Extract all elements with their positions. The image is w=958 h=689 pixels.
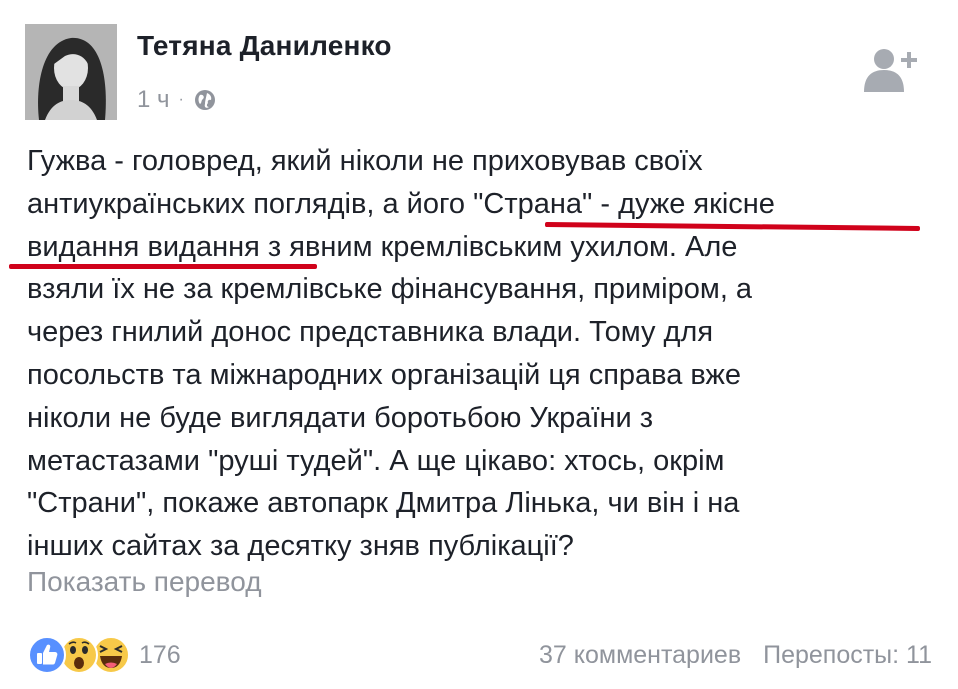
post-footer: 176 37 комментариев Перепосты: 11 [27,632,932,678]
post-text-line: взяли їх не за кремлівське фінансування,… [27,273,753,306]
show-translation-link[interactable]: Показать перевод [27,566,262,598]
comments-count-link[interactable]: 37 комментариев [539,641,741,670]
reactions-summary[interactable]: 176 [27,635,181,675]
add-friend-icon[interactable] [862,46,918,92]
post-text-line: інших сайтах за десятку зняв публікації? [27,530,574,563]
author-avatar[interactable] [25,24,117,120]
post-text-line: через гнилий донос представника влади. Т… [27,316,714,349]
post-text-line: метастазами "руші тудей". А ще цікаво: х… [27,444,725,477]
avatar-photo [25,24,117,120]
like-icon [27,635,67,675]
red-underline-annotation [9,264,317,269]
post-time[interactable]: 1 ч [137,86,170,114]
post-text-line: "Страни", покаже автопарк Дмитра Лінька,… [27,487,740,520]
post-text-line: видання видання з явним кремлівським ухи… [27,230,738,263]
globe-icon [194,89,216,111]
post-text-line: посольств та міжнародних організацій ця … [27,358,742,391]
post-text-line: антиукраїнських поглядів, а його "Страна… [27,187,775,220]
shares-count-link[interactable]: Перепосты: 11 [763,641,932,670]
post-meta: 1 ч · [137,86,216,114]
post-text: Гужва - головред, який ніколи не прихову… [27,140,937,568]
post-text-line: Гужва - головред, який ніколи не прихову… [27,145,703,177]
reaction-count: 176 [139,640,181,669]
meta-separator: · [178,91,184,108]
post-text-line: ніколи не буде виглядати боротьбою Украї… [27,401,654,434]
author-name[interactable]: Тетяна Даниленко [137,30,392,62]
